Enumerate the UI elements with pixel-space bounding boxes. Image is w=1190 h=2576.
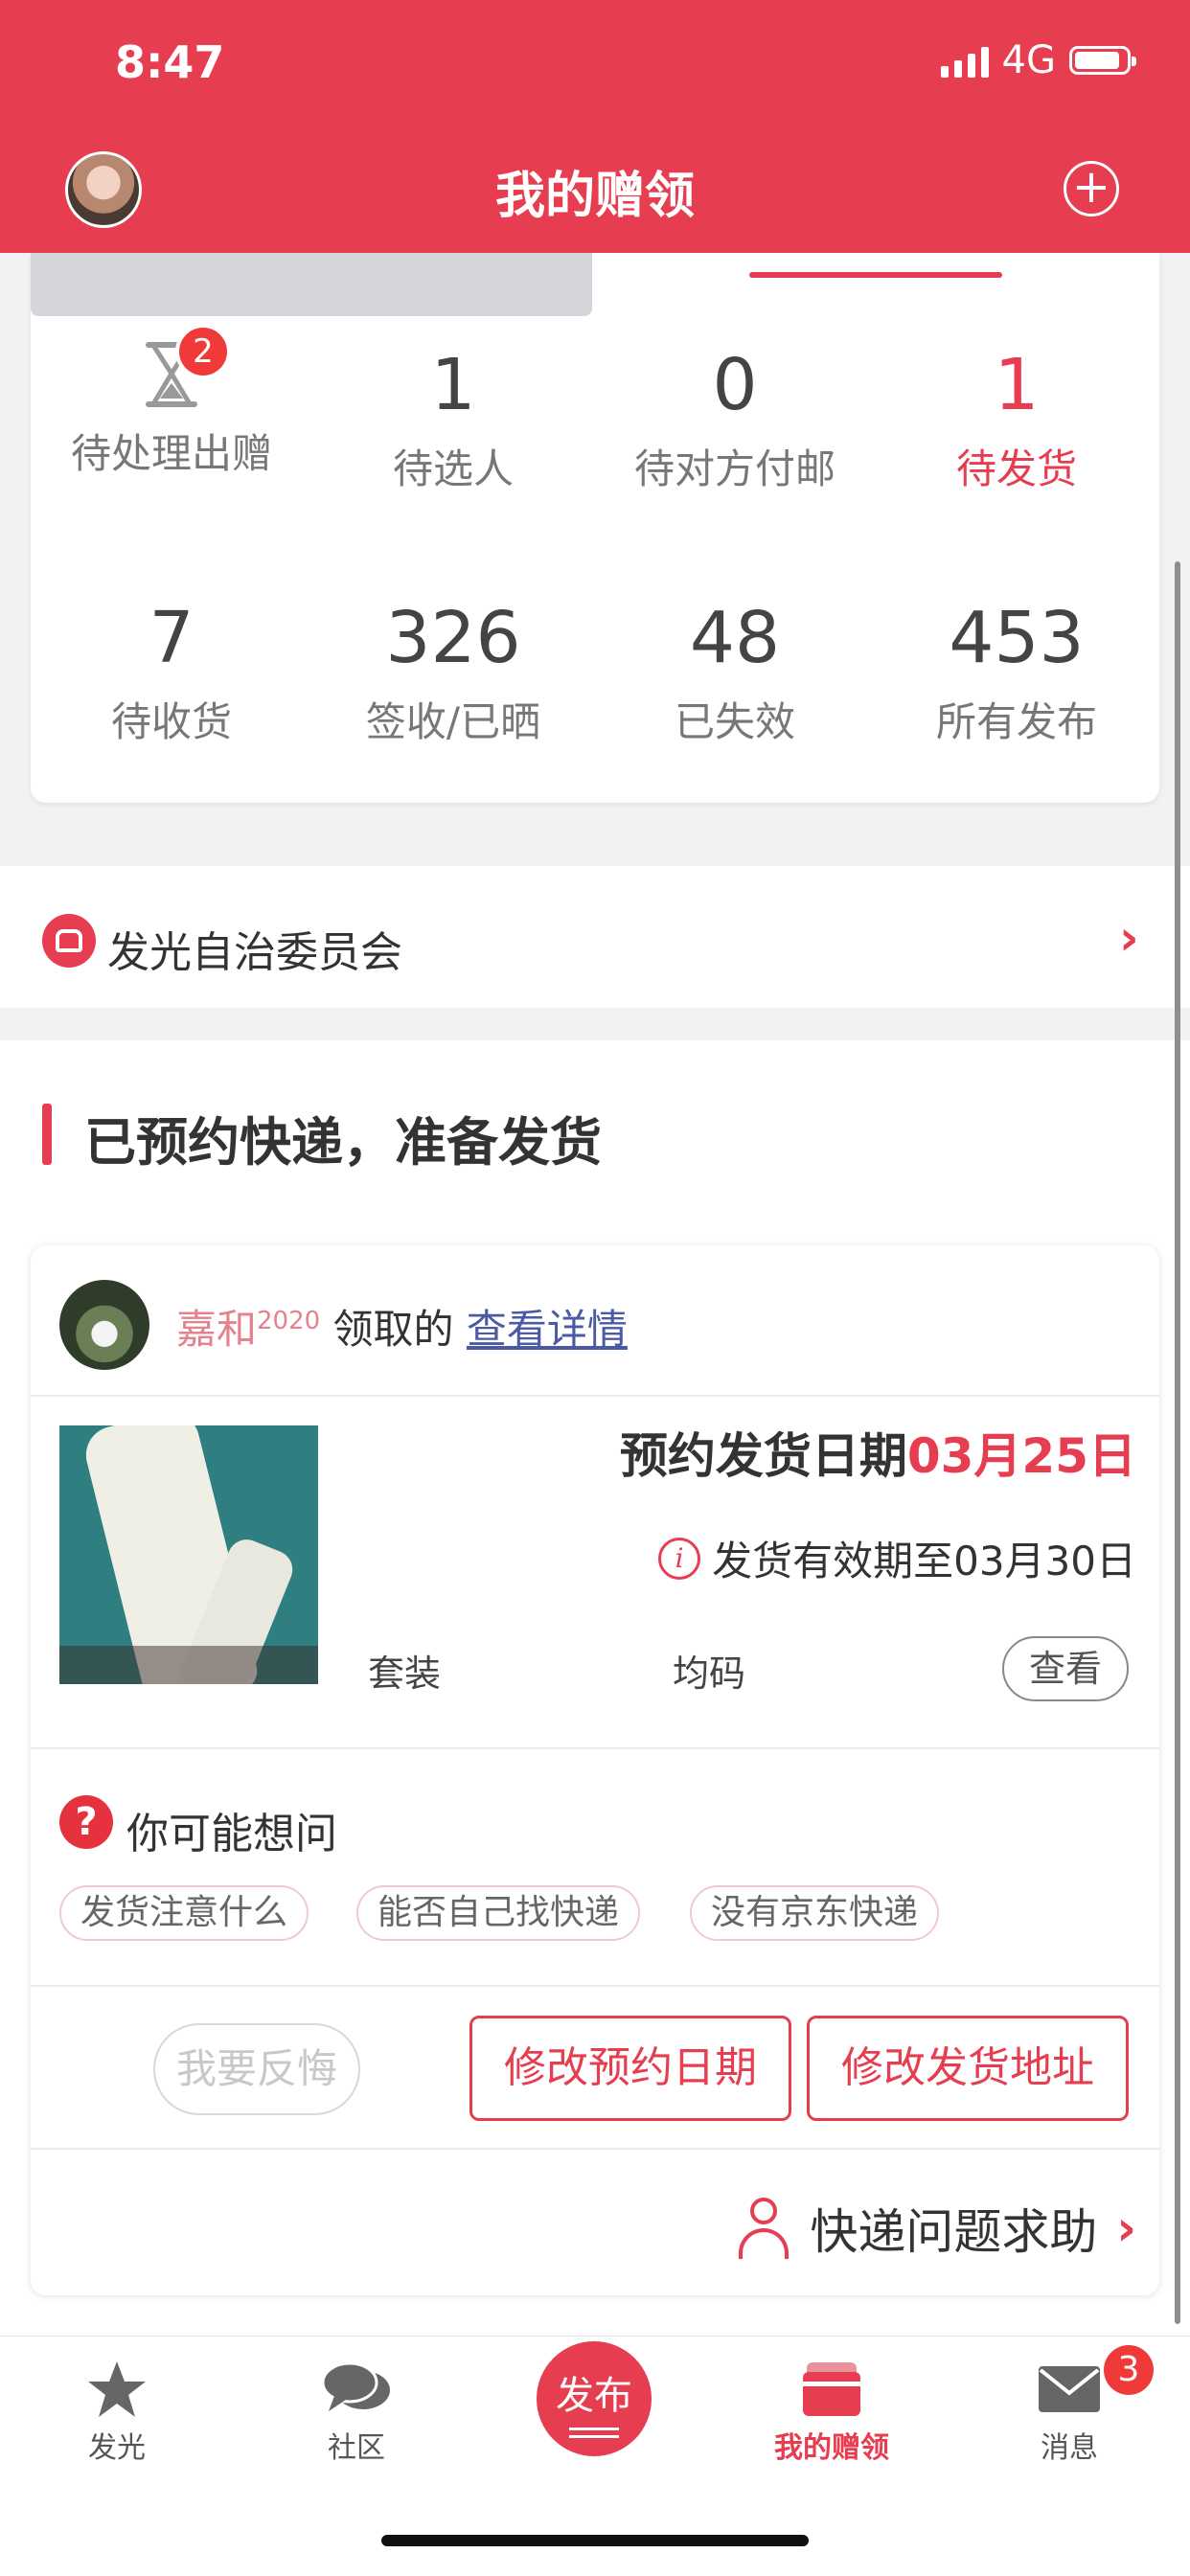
network-label: 4G bbox=[1001, 38, 1056, 82]
committee-label: 发光自治委员会 bbox=[107, 928, 402, 977]
regret-button[interactable]: 我要反悔 bbox=[153, 2023, 360, 2115]
stat-pending-postage[interactable]: 0 待对方付邮 bbox=[594, 347, 876, 495]
receiver-name-sup: 2020 bbox=[257, 1307, 321, 1335]
chevron-right-icon: › bbox=[1116, 2200, 1136, 2256]
stat-label: 待收货 bbox=[110, 698, 232, 745]
status-indicators: 4G bbox=[940, 38, 1136, 82]
stat-value: 1 bbox=[994, 344, 1040, 426]
stat-expired[interactable]: 48 已失效 bbox=[594, 600, 876, 748]
tab-my-gifts[interactable]: 我的赠领 bbox=[736, 2355, 927, 2466]
tab-messages[interactable]: 3 消息 bbox=[973, 2345, 1165, 2466]
stat-value: 0 bbox=[712, 344, 758, 426]
gift-card-icon bbox=[736, 2355, 927, 2424]
divider bbox=[31, 2148, 1159, 2150]
page-title: 我的赠领 bbox=[494, 168, 695, 225]
publish-label: 发布 bbox=[556, 2374, 632, 2418]
view-details-link[interactable]: 查看详情 bbox=[467, 1306, 628, 1353]
stat-signed[interactable]: 326 签收/已晒 bbox=[312, 600, 594, 748]
faq-chip[interactable]: 发货注意什么 bbox=[59, 1885, 309, 1941]
ship-date-value: 03月25日 bbox=[906, 1428, 1136, 1484]
person-icon bbox=[737, 2198, 790, 2259]
stat-all-published[interactable]: 453 所有发布 bbox=[876, 600, 1157, 748]
ship-date-label: 预约发货日期 bbox=[619, 1428, 907, 1484]
mail-icon: 3 bbox=[973, 2345, 1165, 2424]
chevron-right-icon: › bbox=[1119, 910, 1139, 966]
faq-chip[interactable]: 能否自己找快递 bbox=[356, 1885, 641, 1941]
notification-badge: 3 bbox=[1104, 2345, 1154, 2395]
stat-label: 待对方付邮 bbox=[633, 445, 835, 492]
tab-label: 社区 bbox=[328, 2431, 385, 2465]
change-address-button[interactable]: 修改发货地址 bbox=[807, 2016, 1129, 2121]
receiver-name-text: 嘉和 bbox=[176, 1306, 258, 1353]
notification-badge: 2 bbox=[179, 328, 227, 376]
section-accent-bar bbox=[42, 1104, 52, 1165]
add-button[interactable]: + bbox=[1064, 161, 1119, 217]
tab-label: 我的赠领 bbox=[774, 2431, 889, 2465]
faq-title: 你可能想问 bbox=[126, 1810, 337, 1858]
stat-value: 7 bbox=[149, 597, 195, 679]
divider bbox=[31, 1747, 1159, 1749]
tab-label: 消息 bbox=[1041, 2431, 1098, 2465]
stat-pending-ship[interactable]: 1 待发货 bbox=[876, 347, 1157, 495]
stat-pending-receive[interactable]: 7 待收货 bbox=[31, 600, 312, 748]
section-title: 已预约快递，准备发货 bbox=[84, 1112, 602, 1173]
info-icon: i bbox=[658, 1537, 701, 1580]
stat-value: 326 bbox=[385, 597, 521, 679]
stat-pending-select[interactable]: 1 待选人 bbox=[312, 347, 594, 495]
tab-faguang[interactable]: 发光 bbox=[21, 2355, 213, 2466]
view-button[interactable]: 查看 bbox=[1002, 1636, 1129, 1701]
stat-value: 48 bbox=[689, 597, 781, 679]
help-label: 快递问题求助 bbox=[810, 2204, 1098, 2260]
question-icon: ? bbox=[59, 1795, 113, 1849]
change-date-button[interactable]: 修改预约日期 bbox=[469, 2016, 791, 2121]
item-size-tag: 均码 bbox=[673, 1653, 746, 1695]
tab-given[interactable] bbox=[31, 253, 592, 316]
stat-value: 453 bbox=[949, 597, 1085, 679]
stat-label: 待选人 bbox=[392, 445, 514, 492]
stat-label: 待发货 bbox=[955, 445, 1077, 492]
received-text: 领取的 bbox=[332, 1306, 454, 1353]
tab-active-indicator bbox=[749, 272, 1002, 278]
valid-text: 发货有效期至03月30日 bbox=[712, 1538, 1136, 1584]
ship-date: 预约发货日期03月25日 bbox=[620, 1418, 1136, 1487]
star-icon bbox=[21, 2355, 213, 2424]
stat-label: 待处理出赠 bbox=[70, 430, 272, 477]
receiver-name[interactable]: 嘉和2020 bbox=[176, 1306, 320, 1353]
ship-valid-until: i 发货有效期至03月30日 bbox=[658, 1529, 1136, 1587]
tab-label: 发光 bbox=[88, 2431, 146, 2465]
status-time: 8:47 bbox=[115, 36, 225, 88]
shipping-help[interactable]: 快递问题求助 › bbox=[737, 2194, 1136, 2263]
order-card bbox=[31, 1245, 1159, 2295]
stat-label: 已失效 bbox=[674, 698, 795, 745]
battery-icon bbox=[1069, 46, 1136, 75]
scrollbar[interactable] bbox=[1175, 561, 1180, 2324]
faq-chip[interactable]: 没有京东快递 bbox=[690, 1885, 940, 1941]
tab-publish[interactable]: 发布 bbox=[537, 2341, 652, 2456]
item-type-tag: 套装 bbox=[368, 1653, 442, 1695]
chat-bubbles-icon bbox=[261, 2355, 452, 2424]
stat-label: 所有发布 bbox=[935, 698, 1097, 745]
stat-value: 1 bbox=[430, 344, 476, 426]
receiver-line: 嘉和2020 领取的 查看详情 bbox=[176, 1297, 628, 1356]
stat-label: 签收/已晒 bbox=[365, 698, 541, 745]
stat-pending-give[interactable]: 2 待处理出赠 bbox=[31, 328, 312, 480]
item-photo[interactable] bbox=[59, 1425, 318, 1684]
signal-icon bbox=[940, 43, 989, 78]
tab-community[interactable]: 社区 bbox=[261, 2355, 452, 2466]
divider bbox=[31, 1985, 1159, 1987]
publish-icon bbox=[569, 2428, 619, 2430]
home-indicator[interactable] bbox=[381, 2535, 809, 2546]
committee-icon bbox=[42, 914, 96, 968]
hourglass-icon: 2 bbox=[141, 328, 227, 408]
plus-circle-icon: + bbox=[1071, 160, 1111, 214]
receiver-avatar[interactable] bbox=[59, 1280, 149, 1370]
divider bbox=[31, 1395, 1159, 1397]
